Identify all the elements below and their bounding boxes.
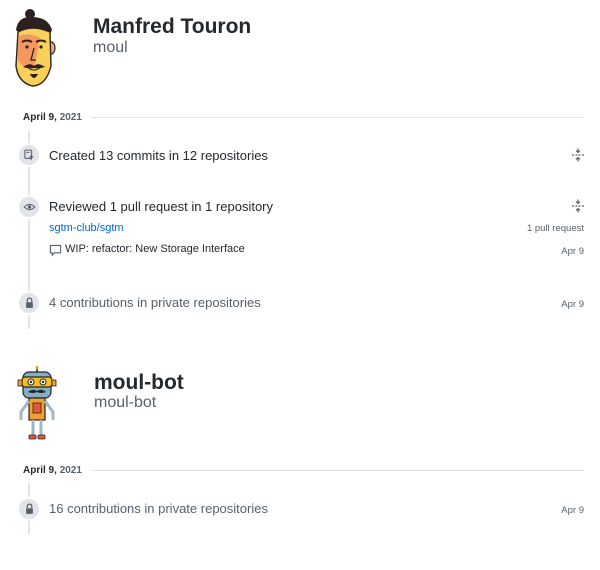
date-year: 2021 (59, 465, 82, 476)
activity-date: Apr 9 (561, 505, 584, 516)
date-day: April 9, (23, 465, 57, 476)
date-header: April 9, 2021 (23, 465, 82, 476)
date-header: April 9, 2021 (23, 112, 82, 123)
activity-summary-private[interactable]: 4 contributions in private repositories (49, 295, 261, 310)
activity-summary-commits[interactable]: Created 13 commits in 12 repositories (49, 148, 268, 163)
repo-link[interactable]: sgtm-club/sgtm (49, 222, 124, 234)
eye-icon (17, 195, 41, 219)
pull-request-title[interactable]: WIP: refactor: New Storage Interface (65, 243, 245, 255)
avatar-manfred[interactable] (10, 8, 62, 90)
user-login[interactable]: moul-bot (94, 394, 156, 412)
date-divider (91, 470, 584, 471)
pull-request-count[interactable]: 1 pull request (527, 223, 584, 234)
pull-request-date: Apr 9 (561, 246, 584, 257)
avatar-moul-bot[interactable] (13, 366, 61, 442)
lock-icon (17, 291, 41, 315)
activity-date: Apr 9 (561, 299, 584, 310)
repo-push-icon (17, 143, 41, 167)
fold-icon[interactable] (571, 199, 585, 213)
lock-icon (17, 497, 41, 521)
date-day: April 9, (23, 112, 57, 123)
date-year: 2021 (59, 112, 82, 123)
activity-summary-review[interactable]: Reviewed 1 pull request in 1 repository (49, 199, 273, 214)
fold-icon[interactable] (571, 148, 585, 162)
user-login[interactable]: moul (93, 39, 128, 57)
comment-icon (49, 244, 63, 258)
activity-summary-private[interactable]: 16 contributions in private repositories (49, 501, 268, 516)
user-name[interactable]: Manfred Touron (93, 15, 251, 39)
user-name[interactable]: moul-bot (94, 371, 184, 395)
date-divider (91, 117, 584, 118)
